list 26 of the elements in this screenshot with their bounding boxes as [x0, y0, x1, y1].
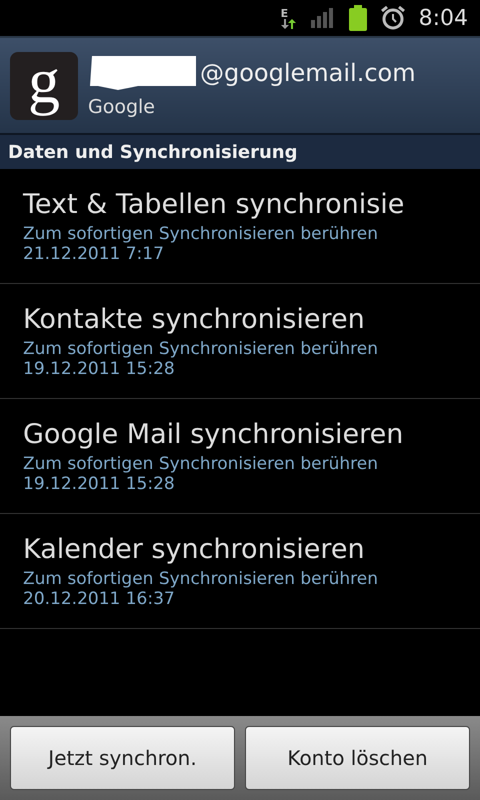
sync-item-hint: Zum sofortigen Synchronisieren berühren [23, 568, 380, 588]
action-button[interactable]: Jetzt synchron. [10, 726, 235, 790]
sync-item[interactable]: Kontakte synchronisieren Zum sofortigen Synchronisieren berühren 19.12.2011 15:28 [0, 284, 480, 399]
battery-icon [348, 5, 367, 31]
sync-item-date: 19.12.2011 15:28 [23, 474, 176, 494]
sync-item[interactable]: Google Mail synchronisieren Zum sofortigen Synchronisieren berühren 19.12.2011 15:28 [0, 399, 480, 514]
sync-item-title: Text & Tabellen synchronisie [23, 188, 406, 220]
account-provider: Google [88, 96, 156, 118]
sync-item-hint: Zum sofortigen Synchronisieren berühren [23, 338, 380, 358]
sync-item[interactable]: Kalender synchronisieren Zum sofortigen Synchronisieren berühren 20.12.2011 16:37 [0, 514, 480, 629]
sync-item-date: 21.12.2011 7:17 [23, 244, 165, 264]
google-logo: g [10, 52, 78, 120]
sync-item-date: 20.12.2011 16:37 [23, 588, 176, 608]
sync-item-title: Kontakte synchronisieren [23, 304, 366, 334]
sync-item-title: Google Mail synchronisieren [23, 418, 404, 450]
sync-item-date: 19.12.2011 15:28 [23, 358, 176, 378]
sync-item-hint: Zum sofortigen Synchronisieren berühren [23, 224, 380, 244]
sync-item-hint: Zum sofortigen Synchronisieren berühren [23, 454, 380, 474]
sync-item-title: Kalender synchronisieren [23, 534, 366, 564]
alarm-icon [380, 6, 405, 30]
section-header: Daten und Synchronisierung [0, 135, 480, 169]
account-email: @googlemail.com [200, 58, 416, 86]
sync-item[interactable]: Text & Tabellen synchronisie Zum sofortigen Synchronisieren berühren 21.12.2011 7:17 [0, 169, 480, 284]
signal-icon [310, 8, 335, 28]
clock-time: 8:04 [418, 6, 468, 30]
action-button[interactable]: Konto löschen [245, 726, 470, 790]
